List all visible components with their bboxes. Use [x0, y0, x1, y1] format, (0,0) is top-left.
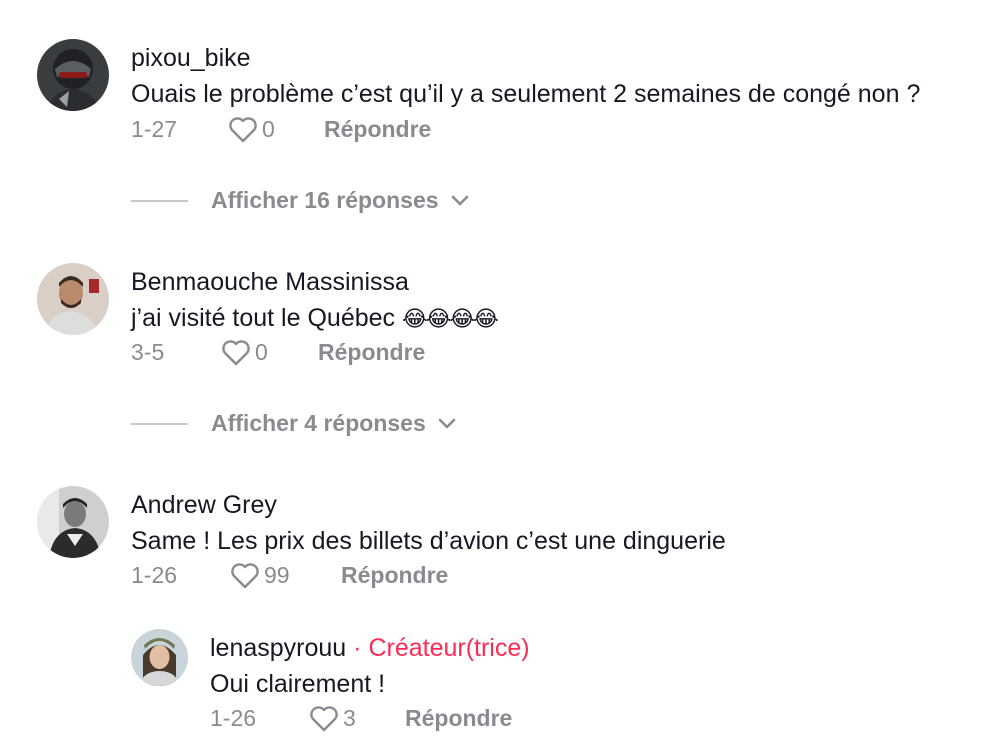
like-count: 0 — [262, 116, 275, 142]
reply-button[interactable]: Répondre — [341, 562, 448, 589]
reply-button[interactable]: Répondre — [405, 705, 512, 732]
reply-button[interactable]: Répondre — [318, 339, 425, 366]
avatar[interactable] — [37, 486, 109, 558]
like-count: 99 — [264, 562, 290, 588]
like-count: 0 — [255, 339, 268, 365]
avatar-image — [37, 486, 109, 558]
like-button[interactable]: 3 — [309, 705, 356, 732]
chevron-down-icon — [438, 418, 456, 428]
view-replies-label: Afficher 4 réponses — [211, 410, 426, 436]
heart-outline-icon — [310, 706, 338, 732]
chevron-down-icon — [451, 195, 468, 205]
comment-username[interactable]: Benmaouche Massinissa — [131, 268, 409, 297]
comment-username[interactable]: Andrew Grey — [131, 491, 277, 520]
view-replies-label: Afficher 16 réponses — [211, 187, 439, 213]
comment-text: Ouais le problème c’est qu’il y a seulem… — [131, 80, 921, 108]
comment-date: 3-5 — [131, 339, 165, 365]
reply-text: Oui clairement ! — [210, 670, 386, 698]
comment-date: 1-26 — [131, 562, 178, 588]
reply-date: 1-26 — [210, 705, 257, 731]
avatar-image — [37, 263, 109, 335]
view-replies-button[interactable]: Afficher 16 réponses — [131, 187, 469, 214]
avatar[interactable] — [37, 263, 109, 335]
heart-outline-icon — [229, 117, 257, 143]
like-button[interactable]: 0 — [228, 116, 275, 143]
reply-username[interactable]: lenaspyrouu · Créateur(trice) — [210, 634, 530, 663]
reply-button[interactable]: Répondre — [324, 116, 431, 143]
avatar-image — [37, 39, 109, 111]
like-count: 3 — [343, 705, 356, 731]
creator-badge: · Créateur(trice) — [353, 634, 530, 662]
comment-text: j’ai visité tout le Québec 😂😂😂😂 — [131, 304, 499, 333]
divider-line — [131, 199, 188, 202]
avatar[interactable] — [37, 39, 109, 111]
like-button[interactable]: 99 — [230, 562, 290, 589]
comment-text: Same ! Les prix des billets d’avion c’es… — [131, 527, 726, 555]
comment-date: 1-27 — [131, 116, 178, 142]
reply-username-label: lenaspyrouu — [210, 634, 347, 662]
view-replies-button[interactable]: Afficher 4 réponses — [131, 410, 456, 437]
comment-username[interactable]: pixou_bike — [131, 44, 251, 73]
heart-outline-icon — [231, 563, 259, 589]
comment-text-body: j’ai visité tout le Québec — [131, 304, 396, 332]
divider-line — [131, 422, 188, 425]
avatar-image — [131, 629, 188, 686]
avatar[interactable] — [131, 629, 188, 686]
heart-outline-icon — [222, 340, 250, 366]
like-button[interactable]: 0 — [221, 339, 268, 366]
laughing-emoji: 😂😂😂😂 — [401, 306, 499, 331]
